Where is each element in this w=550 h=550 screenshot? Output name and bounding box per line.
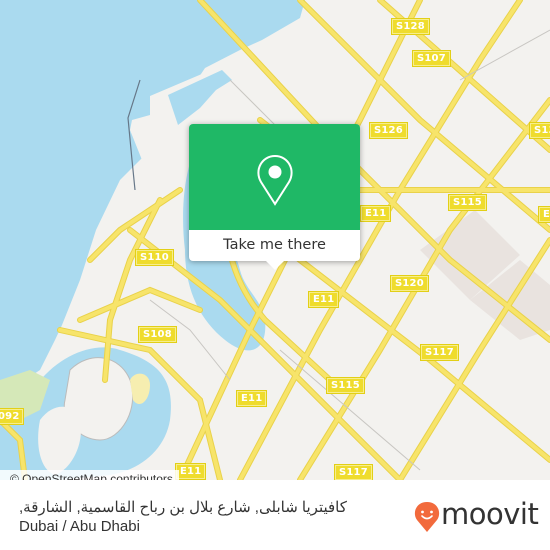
moovit-pin-icon <box>414 502 440 532</box>
road-shield-s120: S120 <box>390 275 429 292</box>
road-shield-e11: E11 <box>174 463 207 480</box>
road-shield-s117: S117 <box>334 464 373 480</box>
road-shield-s13: S13 <box>529 122 550 139</box>
road-shield-092: 092 <box>0 408 25 425</box>
road-shield-s117: S117 <box>420 344 459 361</box>
osm-attribution[interactable]: © OpenStreetMap contributors <box>0 470 179 480</box>
popup-header[interactable] <box>189 124 360 230</box>
road-shield-s108: S108 <box>138 326 177 343</box>
road-shield-e11: E11 <box>307 291 340 308</box>
road-shield-s126: S126 <box>369 122 408 139</box>
road-shield-e11: E11 <box>235 390 268 407</box>
moovit-wordmark: moovit <box>441 497 539 531</box>
address-line-arabic: كافيتريا شابلى, شارع بلال بن رباح القاسم… <box>19 499 347 516</box>
road-shield-s115: S115 <box>448 194 487 211</box>
road-shield-e11: E11 <box>359 205 392 222</box>
road-shield-s107: S107 <box>412 50 451 67</box>
footer: كافيتريا شابلى, شارع بلال بن رباح القاسم… <box>0 480 550 550</box>
road-shield-s128: S128 <box>391 18 430 35</box>
map-view[interactable]: S128 S107 S126 S13 S110 S108 E11 E11 E11… <box>0 0 550 480</box>
road-shield-s110: S110 <box>135 249 174 266</box>
location-address: كافيتريا شابلى, شارع بلال بن رباح القاسم… <box>19 498 379 536</box>
map-pin-icon <box>257 154 293 206</box>
popup-pointer <box>265 260 285 270</box>
take-me-there-button[interactable]: Take me there <box>189 230 360 261</box>
road-shield-s115: S115 <box>326 377 365 394</box>
road-shield-e: E <box>537 206 550 223</box>
address-line-region: Dubai / Abu Dhabi <box>19 518 140 535</box>
take-me-there-popup[interactable]: Take me there <box>189 124 360 270</box>
